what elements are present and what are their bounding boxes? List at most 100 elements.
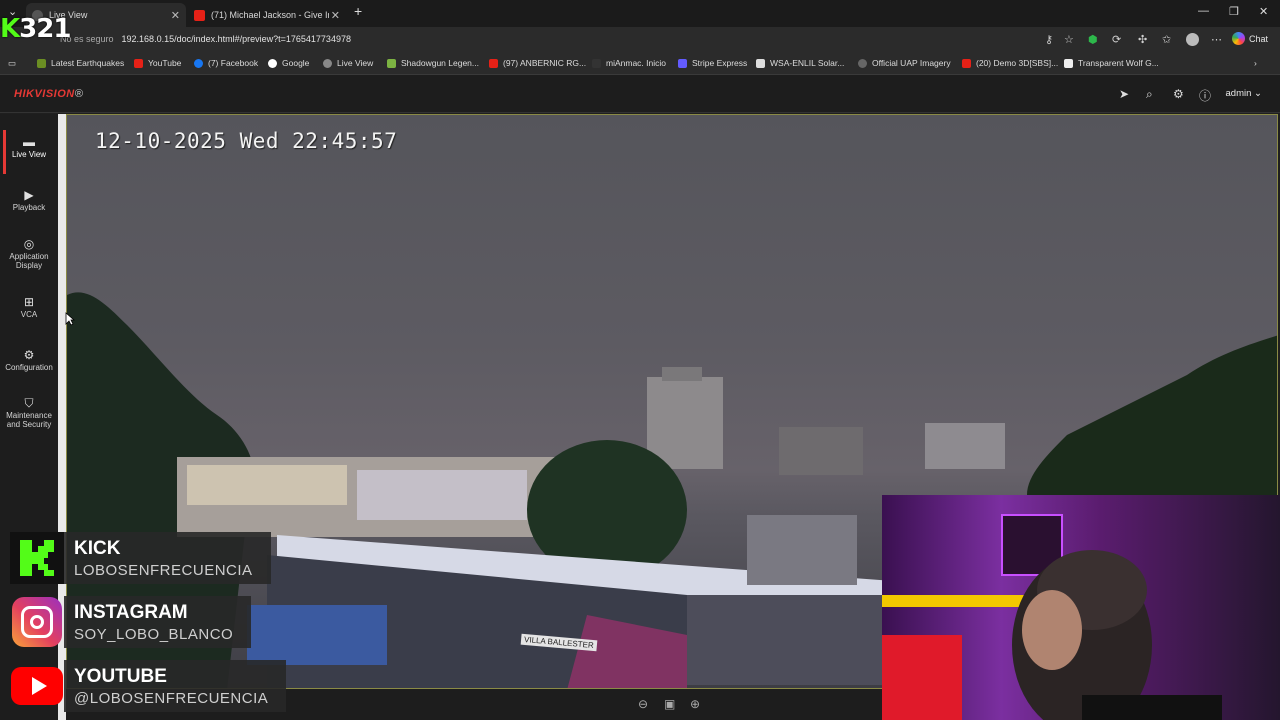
bookmark-item[interactable]: YouTube <box>134 58 181 68</box>
app-header: HIKVISION® ➤ ⌕ ⚙ ⓘ admin ⌄ <box>0 75 1280 113</box>
mianmac-favicon-icon <box>592 58 601 68</box>
social-handle: SOY_LOBO_BLANCO <box>74 626 234 643</box>
nav-label: Application Display <box>9 252 49 270</box>
social-name: YOUTUBE <box>74 666 167 687</box>
nav-configuration[interactable]: ⚙ Configuration <box>0 348 58 372</box>
application-icon: ◎ <box>23 237 35 251</box>
playback-icon: ▶ <box>24 188 34 202</box>
copilot-icon <box>1231 32 1245 45</box>
url-text: 192.168.0.15/doc/index.html#/preview?t=1… <box>121 34 351 44</box>
bookmark-star-icon[interactable]: ☆ <box>1064 33 1074 46</box>
gear-icon: ⚙ <box>23 348 35 362</box>
new-tab-icon[interactable]: + <box>354 3 362 19</box>
address-bar: No es seguro 192.168.0.15/doc/index.html#… <box>0 27 1280 53</box>
search-icon[interactable]: ⌕ <box>1146 87 1153 102</box>
close-tab-icon[interactable]: ✕ <box>171 9 180 22</box>
send-icon[interactable]: ➤ <box>1119 87 1129 101</box>
tall-building <box>647 377 723 469</box>
bookmarks-overflow-icon[interactable]: › <box>1254 58 1257 68</box>
nav-live-view[interactable]: ▬ Live View <box>0 130 58 174</box>
previous-icon[interactable]: ⊖ <box>638 697 648 711</box>
chat-label: Chat <box>1248 33 1268 44</box>
kick-logo-icon <box>10 532 64 584</box>
nav-label: VCA <box>20 310 38 319</box>
bookmark-item[interactable]: Live View <box>323 58 373 68</box>
tab-youtube[interactable]: (71) Michael Jackson - Give In To M ✕ <box>188 3 346 27</box>
bookmark-item[interactable]: WSA-ENLIL Solar... <box>756 58 844 68</box>
close-window-icon[interactable]: ✕ <box>1259 5 1268 18</box>
uap-favicon-icon <box>858 58 867 68</box>
shield-extension-icon[interactable]: ⬢ <box>1088 33 1098 46</box>
key-icon[interactable]: ⚷ <box>1045 33 1053 46</box>
camera-timestamp-osd: 12-10-2025 Wed 22:45:57 <box>95 129 398 153</box>
nav-playback[interactable]: ▶ Playback <box>0 188 58 212</box>
close-tab-icon[interactable]: ✕ <box>331 9 340 22</box>
url-field[interactable]: No es seguro 192.168.0.15/doc/index.html#… <box>60 34 351 44</box>
nav-label: Playback <box>12 203 46 212</box>
social-handle: LOBOSENFRECUENCIA <box>74 562 253 579</box>
nav-label: Live View <box>11 150 47 159</box>
more-menu-icon[interactable]: ⋯ <box>1211 33 1222 46</box>
tools-icon[interactable]: ⚙ <box>1173 87 1184 101</box>
noaa-favicon-icon <box>756 58 765 68</box>
building-right <box>779 427 863 475</box>
kick-glyph <box>20 540 54 576</box>
chat-button[interactable]: Chat <box>1231 32 1268 45</box>
tab-title: (71) Michael Jackson - Give In To M <box>211 10 329 20</box>
bookmark-item[interactable]: Stripe Express <box>678 58 747 68</box>
building-far-right <box>925 423 1005 469</box>
browser-tab-bar: ⌄ Live View ✕ (71) Michael Jackson - Giv… <box>0 0 1280 27</box>
nav-maintenance-security[interactable]: ⛉ Maintenance and Security <box>0 396 58 429</box>
help-icon[interactable]: ⓘ <box>1199 87 1211 104</box>
kick-social-banner: KICK LOBOSENFRECUENCIA <box>10 532 271 584</box>
social-handle: @LOBOSENFRECUENCIA <box>74 690 269 707</box>
nav-label: Configuration <box>5 363 53 372</box>
webcam-scene <box>882 514 1222 720</box>
youtube-favicon-icon <box>134 58 143 68</box>
right-tree <box>1027 335 1277 495</box>
bookmark-item[interactable]: Google <box>268 58 309 68</box>
youtube-favicon-icon <box>962 58 971 68</box>
fullscreen-icon[interactable]: ▣ <box>664 697 675 711</box>
extension-icon[interactable]: ⟳ <box>1112 33 1121 46</box>
train <box>247 605 387 665</box>
minimize-icon[interactable]: — <box>1198 5 1209 17</box>
hikvision-logo: HIKVISION® <box>14 88 84 100</box>
nav-label: Maintenance and Security <box>6 411 52 429</box>
youtube-social-banner: YOUTUBE @LOBOSENFRECUENCIA <box>10 660 287 712</box>
instagram-logo-icon <box>10 596 64 648</box>
maintenance-icon: ⛉ <box>24 396 34 410</box>
nav-vca[interactable]: ⊞ VCA <box>0 295 58 319</box>
youtube-favicon-icon <box>194 9 205 21</box>
favorites-icon[interactable]: ✩ <box>1162 33 1171 46</box>
android-favicon-icon <box>387 58 396 68</box>
restore-icon[interactable]: ❐ <box>1229 5 1239 18</box>
stripe-favicon-icon <box>678 58 687 68</box>
puzzle-icon[interactable]: ✣ <box>1138 33 1147 46</box>
bookmark-item[interactable]: Shadowgun Legen... <box>387 58 479 68</box>
earthquake-favicon-icon <box>37 58 46 68</box>
bookmarks-bar: ▭ Latest Earthquakes YouTube (7) Faceboo… <box>0 53 1280 75</box>
bookmark-item[interactable]: Latest Earthquakes <box>37 58 124 68</box>
next-icon[interactable]: ⊕ <box>690 697 700 711</box>
profile-avatar-icon[interactable] <box>1186 33 1199 46</box>
user-menu[interactable]: admin ⌄ <box>1226 88 1262 99</box>
sidebar-toggle-icon[interactable]: ▭ <box>8 58 16 69</box>
bookmark-item[interactable]: (20) Demo 3D[SBS]... <box>962 58 1058 68</box>
bookmark-item[interactable]: Transparent Wolf G... <box>1064 58 1159 68</box>
instagram-text: INSTAGRAM SOY_LOBO_BLANCO <box>64 596 252 648</box>
bookmark-item[interactable]: miAnmac. Inicio <box>592 58 666 68</box>
kick-viewer-badge: K321 <box>0 14 71 44</box>
streamer-webcam-feed <box>882 495 1280 720</box>
vca-icon: ⊞ <box>23 295 35 309</box>
google-favicon-icon <box>268 58 277 68</box>
nav-application-display[interactable]: ◎ Application Display <box>0 237 58 270</box>
document-favicon-icon <box>1064 58 1073 68</box>
live-view-favicon-icon <box>323 58 332 68</box>
bookmark-item[interactable]: (7) Facebook <box>194 58 258 68</box>
instagram-social-banner: INSTAGRAM SOY_LOBO_BLANCO <box>10 596 252 648</box>
social-name: KICK <box>74 538 121 559</box>
bookmark-item[interactable]: Official UAP Imagery <box>858 58 951 68</box>
bookmark-item[interactable]: (97) ANBERNIC RG... <box>489 58 586 68</box>
mouse-cursor <box>65 312 75 326</box>
